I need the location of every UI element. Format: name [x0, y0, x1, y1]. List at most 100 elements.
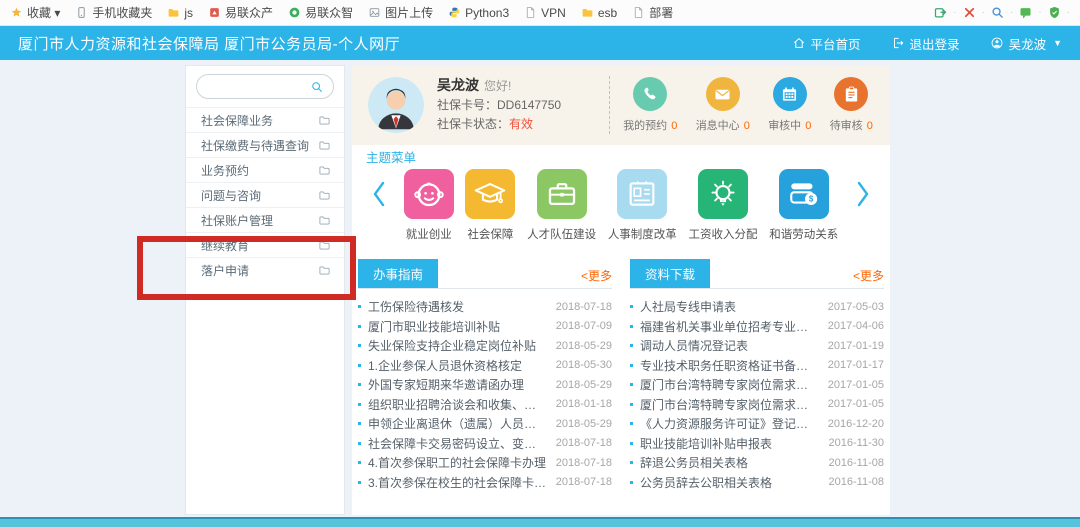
guide-list-item[interactable]: 厦门市职业技能培训补贴 2018-07-09 — [358, 317, 612, 337]
item-date: 2018-07-09 — [555, 320, 612, 333]
bookmark-label: 易联众智 — [305, 6, 354, 20]
main-content: 吴龙波 您好! 社保卡号：DD6147750 社保卡状态：有效 我的预约 0 消息中… — [352, 65, 890, 515]
star-icon — [10, 6, 23, 19]
sidebar-menu-item[interactable]: 社保缴费与待遇查询 — [186, 132, 344, 157]
stat-count: 0 — [671, 120, 678, 132]
stat-label: 待审核 — [829, 120, 863, 132]
item-date: 2016-11-30 — [828, 437, 884, 450]
item-title: 工伤保险待遇核发 — [368, 300, 465, 315]
sidebar-menu-item[interactable]: 社保账户管理 — [186, 207, 344, 232]
sidebar: 社会保障业务 社保缴费与待遇查询 业务预约 问题与咨询 社保账户管理 继续教育 … — [185, 65, 345, 515]
header-links: 平台首页 退出登录 吴龙波 ▼ — [792, 34, 1062, 53]
bookmark-item[interactable]: Python3 — [448, 6, 509, 20]
guide-list-item[interactable]: 社会保障卡交易密码设立、变更办理 2018-07-18 — [358, 434, 612, 454]
download-list-item[interactable]: 专业技术职务任职资格证书备案表 2017-01-17 — [630, 356, 884, 376]
item-date: 2016-11-08 — [828, 476, 884, 489]
stat-item[interactable]: 我的预约 0 — [623, 77, 677, 133]
tile-label: 社会保障 — [467, 229, 514, 241]
baby-face-icon — [403, 169, 454, 219]
theme-tile[interactable]: 就业创业 — [403, 169, 454, 242]
bulb-icon — [698, 169, 749, 219]
share-page-icon[interactable] — [933, 5, 948, 20]
stat-label: 审核中 — [768, 120, 802, 132]
sidebar-menu-item[interactable]: 继续教育 — [186, 232, 344, 257]
envelope-icon — [705, 77, 740, 111]
guide-list-item[interactable]: 工伤保险待遇核发 2018-07-18 — [358, 297, 612, 317]
bookmark-item[interactable]: 手机收藏夹 — [75, 4, 152, 21]
sidebar-menu-item[interactable]: 社会保障业务 — [186, 107, 344, 132]
guide-more-link[interactable]: <更多 — [581, 267, 612, 288]
search-input[interactable] — [206, 79, 310, 94]
guide-panel-tab[interactable]: 办事指南 — [358, 259, 439, 288]
dotted-divider — [609, 76, 610, 134]
item-date: 2018-05-29 — [555, 417, 612, 430]
bookmark-item[interactable]: VPN — [524, 6, 566, 20]
download-list-item[interactable]: 厦门市台湾特聘专家岗位需求信息表 2017-01-05 — [630, 395, 884, 415]
download-list-item[interactable]: 公务员辞去公职相关表格 2016-11-08 — [630, 473, 884, 493]
sidebar-menu-item[interactable]: 落户申请 — [186, 257, 344, 282]
bullet-icon — [630, 363, 633, 367]
stat-item[interactable]: 消息中心 0 — [696, 77, 750, 133]
download-panel-tab[interactable]: 资料下载 — [630, 259, 711, 288]
theme-tile[interactable]: 人事制度改革 — [608, 169, 677, 242]
download-list-item[interactable]: 福建省机关事业单位招考专业指导目录（... 2017-04-06 — [630, 317, 884, 337]
item-date: 2018-07-18 — [555, 476, 612, 489]
separator-dot: · — [1009, 7, 1014, 18]
platform-home-link[interactable]: 平台首页 — [792, 34, 861, 53]
logout-link[interactable]: 退出登录 — [891, 34, 960, 53]
guide-list-item[interactable]: 申领企业离退休（遗属）人员死亡丧葬费 2018-05-29 — [358, 414, 612, 434]
sidebar-menu-item[interactable]: 业务预约 — [186, 157, 344, 182]
item-date: 2017-04-06 — [827, 320, 884, 333]
separator-dot: · — [1038, 7, 1042, 18]
bookmark-item[interactable]: 收藏 ▾ — [10, 4, 60, 21]
shield-icon[interactable] — [1047, 5, 1062, 20]
bookmark-label: 收藏 ▾ — [27, 6, 61, 20]
bookmark-item[interactable]: esb — [581, 6, 617, 20]
download-list-item[interactable]: 人社局专线申请表 2017-05-03 — [630, 297, 884, 317]
download-list-item[interactable]: 辞退公务员相关表格 2016-11-08 — [630, 453, 884, 473]
download-list-item[interactable]: 厦门市台湾特聘专家岗位需求汇总表 2017-01-05 — [630, 375, 884, 395]
list-panels: 办事指南 <更多 工伤保险待遇核发 2018-07-18 厦门市职业技能培训补贴… — [352, 259, 890, 492]
guide-list-item[interactable]: 失业保险支持企业稳定岗位补贴 2018-05-29 — [358, 336, 612, 356]
menu-item-label: 社会保障业务 — [201, 113, 274, 128]
screenshot-icon[interactable] — [1018, 5, 1033, 20]
item-date: 2018-05-29 — [555, 378, 612, 391]
bookmark-item[interactable]: 图片上传 — [368, 4, 433, 21]
theme-tile[interactable]: 社会保障 — [465, 169, 516, 242]
bullet-icon — [358, 363, 361, 367]
guide-list-item[interactable]: 外国专家短期来华邀请函办理 2018-05-29 — [358, 375, 612, 395]
carousel-next-button[interactable] — [850, 169, 876, 219]
bookmark-item[interactable]: js — [167, 6, 193, 20]
bookmark-item[interactable]: 易联众智 — [288, 4, 353, 21]
folder-small-icon — [167, 6, 180, 19]
guide-list-item[interactable]: 3.首次参保在校生的社会保障卡办理 2018-07-18 — [358, 473, 612, 493]
download-list-item[interactable]: 职业技能培训补贴申报表 2016-11-30 — [630, 434, 884, 454]
theme-tile[interactable]: 人才队伍建设 — [527, 169, 596, 242]
tile-label: 和谐劳动关系 — [769, 229, 839, 241]
search-icon[interactable] — [990, 5, 1005, 20]
download-more-link[interactable]: <更多 — [853, 267, 884, 288]
bookmark-item[interactable]: 部署 — [632, 4, 673, 21]
tile-label: 人事制度改革 — [607, 229, 677, 241]
download-list-item[interactable]: 《人力资源服务许可证》登记事项变更申... 2016-12-20 — [630, 414, 884, 434]
search-icon[interactable] — [310, 80, 324, 94]
download-list-item[interactable]: 调动人员情况登记表 2017-01-19 — [630, 336, 884, 356]
guide-list-item[interactable]: 4.首次参保职工的社会保障卡办理 2018-07-18 — [358, 453, 612, 473]
bullet-icon — [358, 383, 361, 387]
bookmark-item[interactable]: 易联众产 — [208, 4, 273, 21]
carousel-prev-button[interactable] — [366, 169, 392, 219]
theme-tile[interactable]: 工资收入分配 — [689, 169, 758, 242]
menu-item-label: 落户申请 — [201, 263, 250, 278]
theme-tile[interactable]: $ 和谐劳动关系 — [769, 169, 838, 242]
stat-item[interactable]: 待审核 0 — [830, 77, 873, 133]
user-menu[interactable]: 吴龙波 ▼ — [990, 34, 1062, 53]
bullet-icon — [358, 441, 361, 445]
guide-list-item[interactable]: 组织职业招聘洽谈会和收集、发布职业供... 2018-01-18 — [358, 395, 612, 415]
item-title: 《人力资源服务许可证》登记事项变更申... — [640, 417, 828, 432]
close-icon[interactable] — [962, 5, 977, 20]
folder-small-icon — [581, 6, 594, 19]
guide-list-item[interactable]: 1.企业参保人员退休资格核定 2018-05-30 — [358, 356, 612, 376]
stat-item[interactable]: 审核中 0 — [768, 77, 811, 133]
sidebar-menu-item[interactable]: 问题与咨询 — [186, 182, 344, 207]
stat-label: 消息中心 — [695, 120, 740, 132]
